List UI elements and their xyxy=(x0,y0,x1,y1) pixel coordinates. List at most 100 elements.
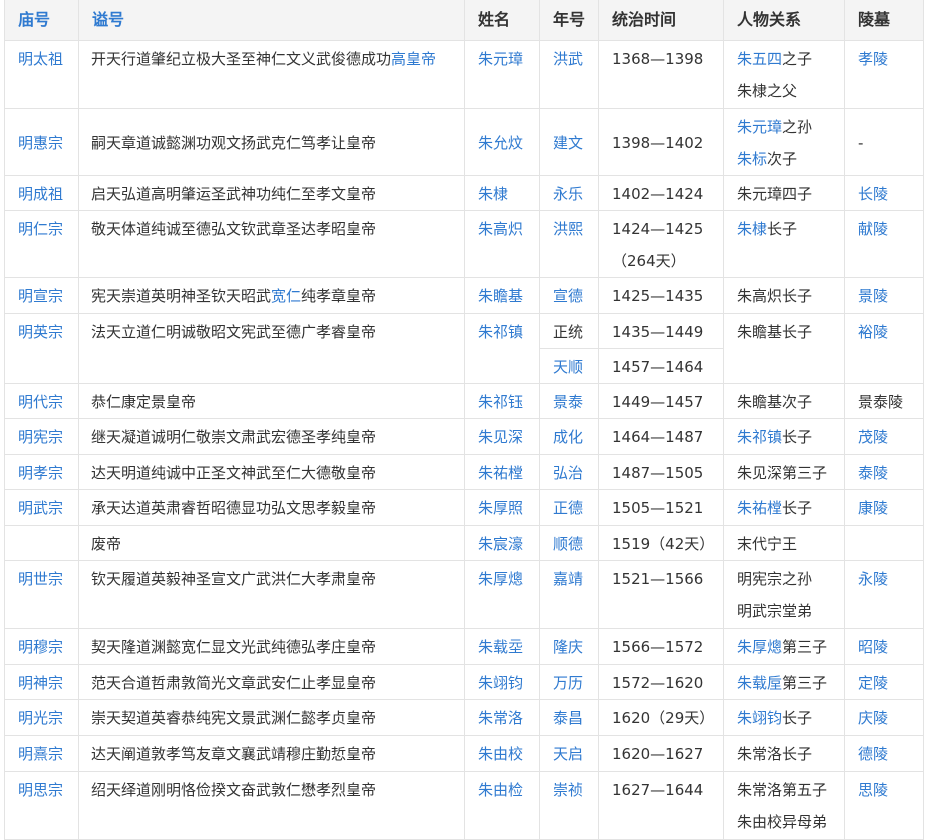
temple-cell: 明仁宗 xyxy=(4,210,79,278)
table-row: 明光宗 崇天契道英睿恭纯宪文景武渊仁懿孝贞皇帝 朱常洛 泰昌 1620（29天）… xyxy=(4,699,924,736)
name-link[interactable]: 朱元璋 xyxy=(478,50,523,68)
relation-link[interactable]: 朱祁镇 xyxy=(737,428,782,446)
era-link[interactable]: 永乐 xyxy=(553,185,583,203)
reign-cell: 1566—1572 xyxy=(598,628,724,665)
temple-link[interactable]: 明成祖 xyxy=(18,185,63,203)
tomb-link[interactable]: 庆陵 xyxy=(858,709,888,727)
tomb-link[interactable]: 康陵 xyxy=(858,499,888,517)
temple-link[interactable]: 明熹宗 xyxy=(18,745,63,763)
temple-link[interactable]: 明光宗 xyxy=(18,709,63,727)
name-link[interactable]: 朱祁钰 xyxy=(478,393,523,411)
posthumous-link[interactable]: 高皇帝 xyxy=(391,50,436,68)
name-link[interactable]: 朱厚照 xyxy=(478,499,523,517)
temple-link[interactable]: 明宣宗 xyxy=(18,287,63,305)
posthumous-text: 开天行道肇纪立极大圣至神仁文义武俊德成功 xyxy=(91,50,392,68)
temple-link[interactable]: 明神宗 xyxy=(18,674,63,692)
temple-link[interactable]: 明思宗 xyxy=(18,781,63,799)
era-link[interactable]: 建文 xyxy=(553,134,583,152)
name-link[interactable]: 朱载坖 xyxy=(478,638,523,656)
relation-link[interactable]: 朱翊钧 xyxy=(737,709,782,727)
tomb-link[interactable]: 永陵 xyxy=(858,570,888,588)
temple-link[interactable]: 明代宗 xyxy=(18,393,63,411)
temple-link[interactable]: 明仁宗 xyxy=(18,220,63,238)
era-link[interactable]: 弘治 xyxy=(553,464,583,482)
name-link[interactable]: 朱见深 xyxy=(478,428,523,446)
era-link[interactable]: 成化 xyxy=(553,428,583,446)
name-link[interactable]: 朱厚熜 xyxy=(478,570,523,588)
relation-link[interactable]: 朱五四 xyxy=(737,50,782,68)
tomb-cell: - xyxy=(844,108,924,176)
name-link[interactable]: 朱高炽 xyxy=(478,220,523,238)
table-row: 明思宗 绍天绎道刚明恪俭揆文奋武敦仁懋孝烈皇帝 朱由检 崇祯 1627—1644… xyxy=(4,771,924,840)
tomb-link[interactable]: 思陵 xyxy=(858,781,888,799)
era-cell: 宣德 xyxy=(539,277,599,314)
posthumous-cell: 达天明道纯诚中正圣文神武至仁大德敬皇帝 xyxy=(78,454,465,490)
era-link[interactable]: 天顺 xyxy=(553,358,583,376)
era-link[interactable]: 泰昌 xyxy=(553,709,583,727)
relation-link[interactable]: 朱载垕 xyxy=(737,674,782,692)
name-link[interactable]: 朱棣 xyxy=(478,185,508,203)
tomb-link[interactable]: 昭陵 xyxy=(858,638,888,656)
tomb-link[interactable]: 德陵 xyxy=(858,745,888,763)
temple-link[interactable]: 明英宗 xyxy=(18,323,63,341)
era-cell: 顺德 xyxy=(539,525,599,561)
tomb-link[interactable]: 长陵 xyxy=(858,185,888,203)
name-link[interactable]: 朱由检 xyxy=(478,781,523,799)
era-link[interactable]: 宣德 xyxy=(553,287,583,305)
tomb-link[interactable]: 献陵 xyxy=(858,220,888,238)
era-link[interactable]: 洪熙 xyxy=(553,220,583,238)
era-link[interactable]: 隆庆 xyxy=(553,638,583,656)
temple-link[interactable]: 明穆宗 xyxy=(18,638,63,656)
era-link[interactable]: 嘉靖 xyxy=(553,570,583,588)
name-link[interactable]: 朱由校 xyxy=(478,745,523,763)
era-link[interactable]: 洪武 xyxy=(553,50,583,68)
relation-link[interactable]: 朱棣 xyxy=(737,220,767,238)
name-link[interactable]: 朱祐樘 xyxy=(478,464,523,482)
relation-link[interactable]: 朱元璋 xyxy=(737,118,782,136)
era-link[interactable]: 天启 xyxy=(553,745,583,763)
temple-cell: 明太祖 xyxy=(4,40,79,109)
name-link[interactable]: 朱翊钧 xyxy=(478,674,523,692)
name-cell: 朱翊钧 xyxy=(464,664,540,700)
relation-link[interactable]: 朱标 xyxy=(737,150,767,168)
name-link[interactable]: 朱常洛 xyxy=(478,709,523,727)
table-row: 明世宗 钦天履道英毅神圣宣文广武洪仁大孝肃皇帝 朱厚熜 嘉靖 1521—1566… xyxy=(4,560,924,629)
reign-cell: 1402—1424 xyxy=(598,175,724,211)
tomb-cell: 定陵 xyxy=(844,664,924,700)
relation-link[interactable]: 朱祐樘 xyxy=(737,499,782,517)
temple-link[interactable]: 明太祖 xyxy=(18,50,63,68)
temple-link[interactable]: 明武宗 xyxy=(18,499,63,517)
table-row: 明代宗 恭仁康定景皇帝 朱祁钰 景泰 1449—1457 朱瞻基次子 景泰陵 xyxy=(4,383,924,419)
header-posthumous[interactable]: 谥号 xyxy=(78,0,465,41)
tomb-link[interactable]: 孝陵 xyxy=(858,50,888,68)
temple-link[interactable]: 明惠宗 xyxy=(18,134,63,152)
tomb-link[interactable]: 茂陵 xyxy=(858,428,888,446)
tomb-link[interactable]: 定陵 xyxy=(858,674,888,692)
relation-cell: 朱棣长子 xyxy=(723,210,845,278)
era-link[interactable]: 景泰 xyxy=(553,393,583,411)
tomb-link[interactable]: 裕陵 xyxy=(858,323,888,341)
tomb-cell: 长陵 xyxy=(844,175,924,211)
reign-cell: 1519（42天） xyxy=(598,525,724,561)
era-link[interactable]: 正德 xyxy=(553,499,583,517)
era-link[interactable]: 崇祯 xyxy=(553,781,583,799)
temple-cell: 明光宗 xyxy=(4,699,79,736)
temple-link[interactable]: 明宪宗 xyxy=(18,428,63,446)
era-link[interactable]: 万历 xyxy=(553,674,583,692)
temple-link[interactable]: 明世宗 xyxy=(18,570,63,588)
header-temple[interactable]: 庙号 xyxy=(4,0,79,41)
tomb-link[interactable]: 泰陵 xyxy=(858,464,888,482)
table-row: 明孝宗 达天明道纯诚中正圣文神武至仁大德敬皇帝 朱祐樘 弘治 1487—1505… xyxy=(4,454,924,490)
era-link[interactable]: 顺德 xyxy=(553,535,583,553)
name-link[interactable]: 朱瞻基 xyxy=(478,287,523,305)
posthumous-link[interactable]: 宽仁 xyxy=(271,287,301,305)
relation-text: 明武宗堂弟 xyxy=(737,602,813,620)
reign-cell: 1464—1487 xyxy=(598,418,724,455)
tomb-cell: 裕陵 xyxy=(844,313,924,384)
relation-link[interactable]: 朱厚熜 xyxy=(737,638,782,656)
temple-link[interactable]: 明孝宗 xyxy=(18,464,63,482)
name-link[interactable]: 朱允炆 xyxy=(478,134,523,152)
name-link[interactable]: 朱祁镇 xyxy=(478,323,523,341)
tomb-link[interactable]: 景陵 xyxy=(858,287,888,305)
name-link[interactable]: 朱宸濠 xyxy=(478,535,523,553)
